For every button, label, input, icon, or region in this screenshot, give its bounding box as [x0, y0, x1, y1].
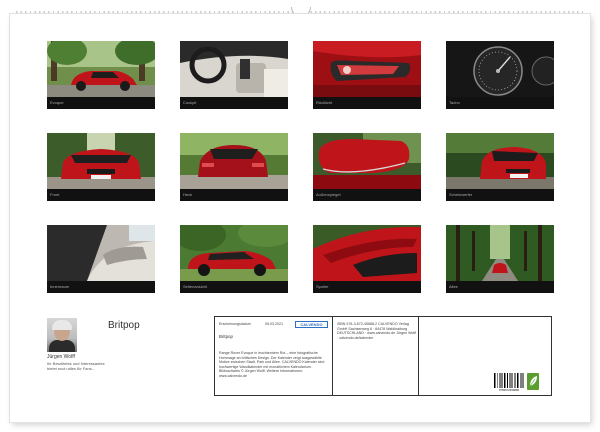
photo-caption: Rücklicht: [316, 100, 333, 105]
publisher-info: ISBN 978-3-672-45688-2 CALVENDO Verlag G…: [337, 322, 417, 340]
photo-image-side-view: [47, 41, 155, 97]
calvendo-logo: CALVENDO: [295, 321, 328, 328]
photo-caption: Cockpit: [183, 100, 197, 105]
label-publisher-column: ISBN 978-3-672-45688-2 CALVENDO Verlag G…: [333, 317, 419, 395]
photo-thumb-10[interactable]: Seitenansicht: [180, 225, 288, 293]
photo-caption: Front: [50, 192, 60, 197]
ean-barcode: 9783672456882: [494, 373, 524, 392]
photo-thumb-11[interactable]: Spoiler: [313, 225, 421, 293]
photo-caption: Scheinwerfer: [449, 192, 473, 197]
label-title: Britpop: [219, 334, 233, 339]
photo-caption: Allee: [449, 284, 458, 289]
photo-caption: Innenraum: [50, 284, 70, 289]
photo-thumb-12[interactable]: Allee: [446, 225, 554, 293]
photo-image-taillight: [313, 41, 421, 97]
label-description: Range Rover Evoque in leuchtendem Rot – …: [219, 351, 325, 378]
author-description: Ihr Bewährtes und Interessantes bietet e…: [47, 361, 105, 371]
photo-image-speedometer: [446, 41, 554, 97]
photo-image-cockpit: [180, 41, 288, 97]
photo-thumb-3[interactable]: Rücklicht: [313, 41, 421, 109]
photo-caption: Tacho: [449, 100, 460, 105]
barcode-number: 9783672456882: [498, 388, 520, 392]
photo-thumb-9[interactable]: Innenraum: [47, 225, 155, 293]
photo-image-front: [47, 133, 155, 189]
photo-image-side-profile: [180, 225, 288, 281]
photo-caption: Außenspiegel: [316, 192, 341, 197]
published-date: 05.03.2021: [265, 322, 283, 326]
photo-caption: Seitenansicht: [183, 284, 208, 289]
label-info-column: Erscheinungsdatum 05.03.2021 CALVENDO Br…: [215, 317, 333, 395]
photo-caption: Spoiler: [316, 284, 329, 289]
author-photo: [47, 318, 77, 352]
photo-thumb-6[interactable]: Heck: [180, 133, 288, 201]
back-cover-label: Erscheinungsdatum 05.03.2021 CALVENDO Br…: [214, 316, 552, 396]
label-barcode-column: 9783672456882: [419, 317, 551, 395]
photo-image-interior: [47, 225, 155, 281]
author-name: Jürgen Wolff: [47, 354, 75, 360]
photo-thumb-2[interactable]: Cockpit: [180, 41, 288, 109]
eco-leaf-icon: [527, 373, 539, 390]
photo-caption: Heck: [183, 192, 193, 197]
photo-image-spoiler: [313, 225, 421, 281]
photo-thumb-5[interactable]: Front: [47, 133, 155, 201]
photo-thumb-8[interactable]: Scheinwerfer: [446, 133, 554, 201]
photo-image-rear: [180, 133, 288, 189]
photo-caption: Evoque: [50, 100, 64, 105]
photo-image-avenue: [446, 225, 554, 281]
published-label: Erscheinungsdatum: [219, 322, 251, 326]
photo-thumb-1[interactable]: Evoque: [47, 41, 155, 109]
photo-thumb-7[interactable]: Außenspiegel: [313, 133, 421, 201]
photo-thumb-4[interactable]: Tacho: [446, 41, 554, 109]
photo-image-mirror: [313, 133, 421, 189]
calendar-title: Britpop: [108, 320, 140, 331]
photo-image-headlights: [446, 133, 554, 189]
